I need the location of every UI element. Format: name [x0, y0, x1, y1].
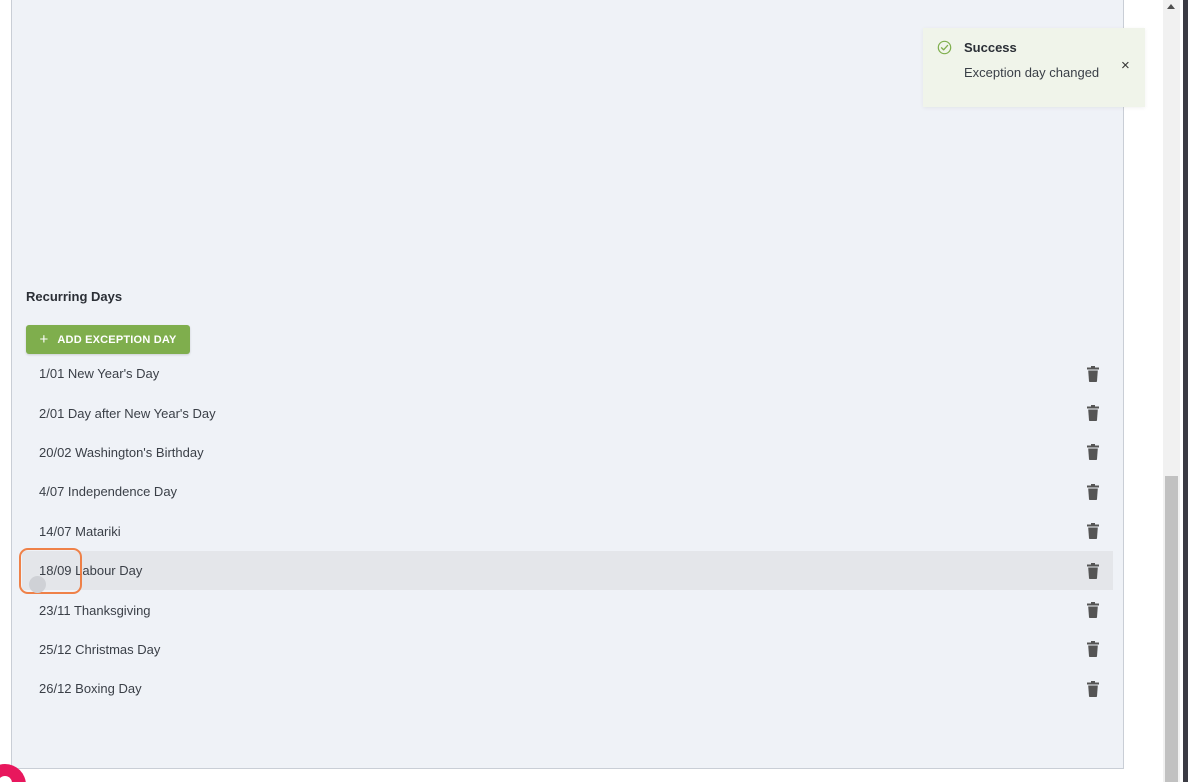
exception-day-label: 26/12 Boxing Day	[39, 681, 142, 697]
trash-icon[interactable]	[1086, 365, 1100, 382]
list-item[interactable]: 2/01 Day after New Year's Day	[22, 393, 1113, 432]
toast-message: Exception day changed	[964, 65, 1100, 80]
vertical-scrollbar[interactable]	[1163, 0, 1180, 782]
cursor-indicator	[29, 576, 46, 593]
list-item[interactable]: 23/11 Thanksgiving	[22, 590, 1113, 629]
trash-icon[interactable]	[1086, 562, 1100, 579]
section-title: Recurring Days	[26, 289, 123, 304]
success-toast: Success Exception day changed ×	[923, 28, 1145, 107]
check-circle-icon	[937, 40, 952, 55]
scroll-up-arrow-icon[interactable]	[1167, 4, 1175, 9]
list-item[interactable]: 25/12 Christmas Day	[22, 630, 1113, 669]
exception-days-panel: Recurring Days + ADD EXCEPTION DAY 1/01 …	[11, 0, 1124, 769]
list-item[interactable]: 20/02 Washington's Birthday	[22, 433, 1113, 472]
close-icon[interactable]: ×	[1121, 58, 1130, 73]
exception-day-label: 2/01 Day after New Year's Day	[39, 405, 216, 421]
add-exception-day-button[interactable]: + ADD EXCEPTION DAY	[26, 325, 190, 354]
plus-icon: +	[39, 331, 49, 348]
page: Recurring Days + ADD EXCEPTION DAY 1/01 …	[0, 0, 1188, 782]
exception-day-label: 25/12 Christmas Day	[39, 641, 161, 657]
list-item[interactable]: 18/09 Labour Day	[22, 550, 1113, 591]
list-item[interactable]: 14/07 Matariki	[22, 512, 1113, 551]
exception-day-label: 20/02 Washington's Birthday	[39, 444, 204, 460]
exception-day-label: 23/11 Thanksgiving	[39, 602, 151, 618]
exception-day-label: 1/01 New Year's Day	[39, 366, 160, 382]
trash-icon[interactable]	[1086, 602, 1100, 619]
trash-icon[interactable]	[1086, 641, 1100, 658]
toast-title: Success	[964, 40, 1017, 55]
trash-icon[interactable]	[1086, 444, 1100, 461]
list-item[interactable]: 4/07 Independence Day	[22, 472, 1113, 511]
window-edge	[1183, 0, 1188, 782]
scrollbar-thumb[interactable]	[1165, 476, 1178, 782]
exception-day-label: 4/07 Independence Day	[39, 484, 178, 500]
exception-day-label: 14/07 Matariki	[39, 523, 121, 539]
trash-icon[interactable]	[1086, 680, 1100, 697]
trash-icon[interactable]	[1086, 483, 1100, 500]
add-exception-day-label: ADD EXCEPTION DAY	[57, 333, 177, 346]
trash-icon[interactable]	[1086, 405, 1100, 422]
exception-day-list: 1/01 New Year's Day 2/01 Day after New Y…	[22, 354, 1113, 709]
trash-icon[interactable]	[1086, 523, 1100, 540]
list-item[interactable]: 1/01 New Year's Day	[22, 354, 1113, 393]
list-item[interactable]: 26/12 Boxing Day	[22, 669, 1113, 708]
